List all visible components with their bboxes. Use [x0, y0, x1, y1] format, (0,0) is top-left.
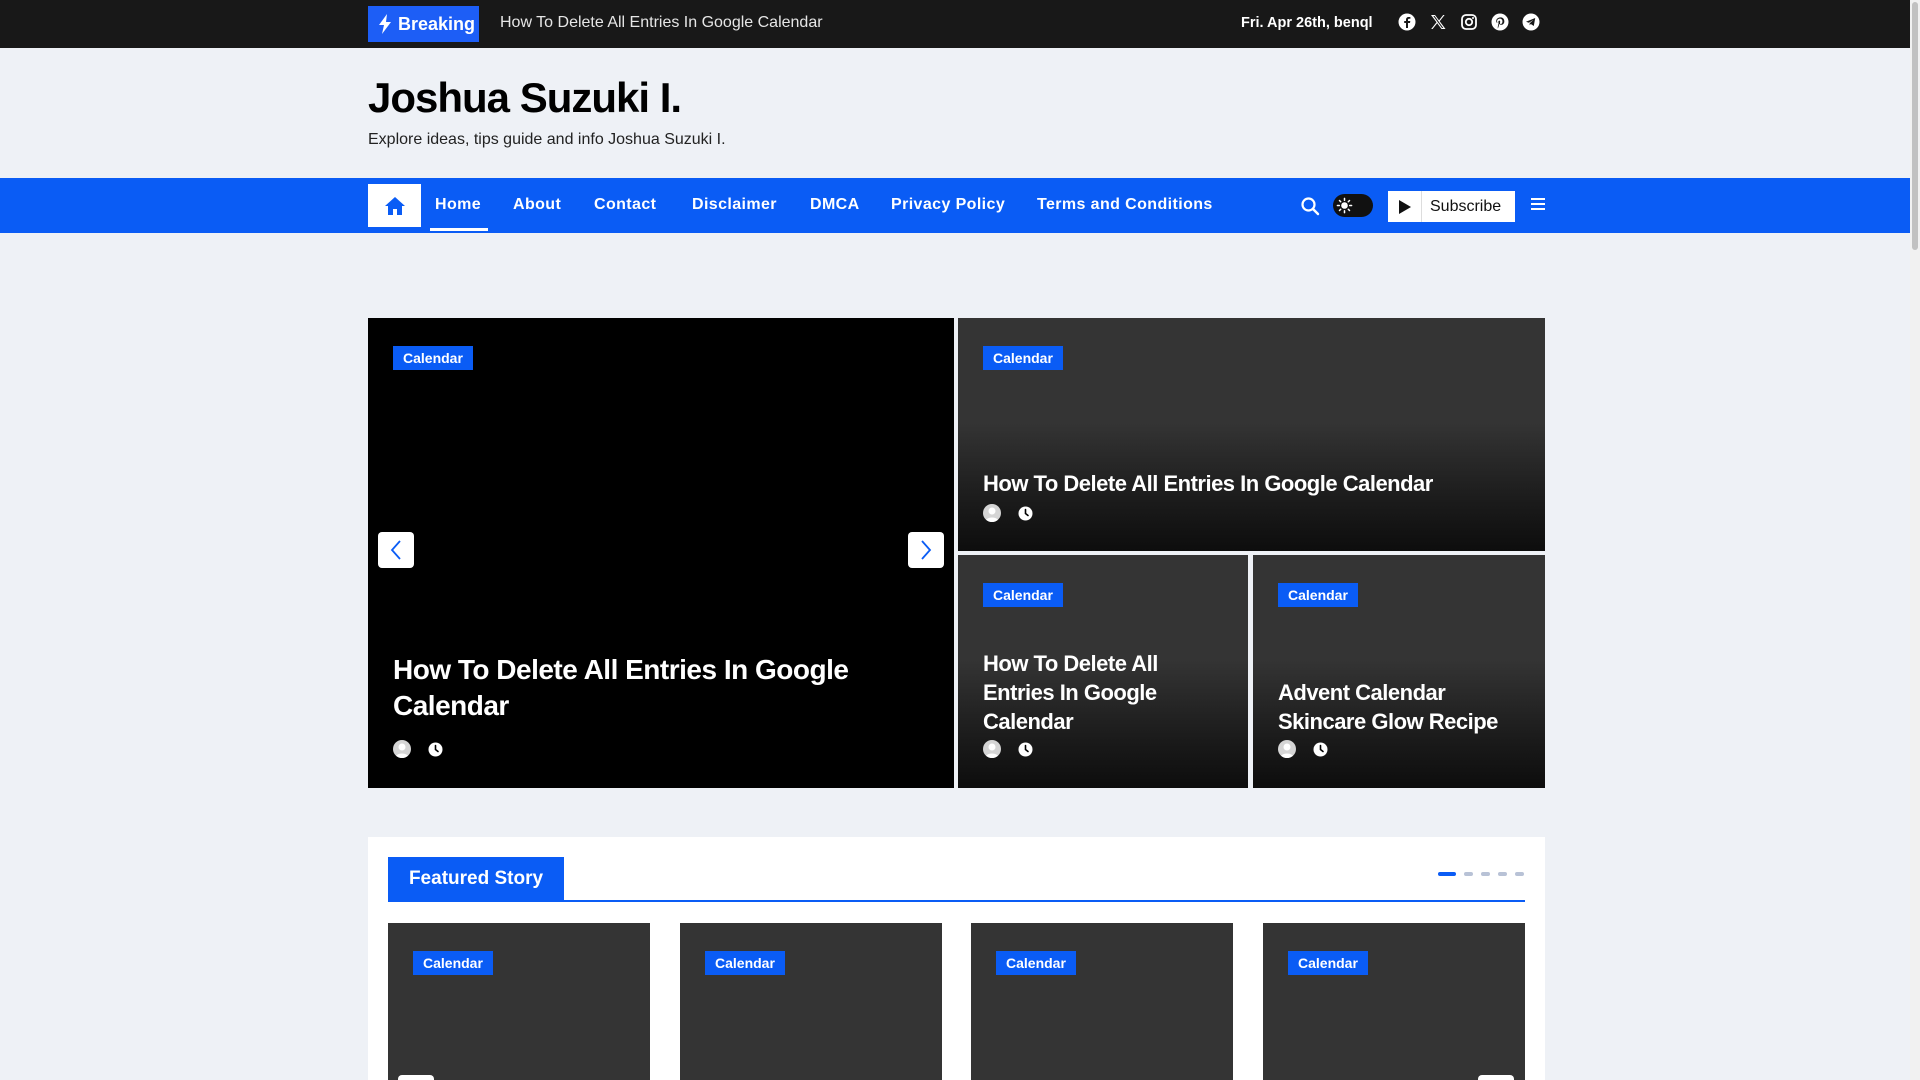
- post-meta: [983, 740, 1033, 758]
- featured-card-2[interactable]: Calendar: [680, 923, 942, 1080]
- hero-main-slide[interactable]: Calendar How To Delete All Entries In Go…: [368, 318, 954, 788]
- featured-next-button[interactable]: [1478, 1075, 1514, 1080]
- category-badge[interactable]: Calendar: [1288, 951, 1368, 975]
- clock-icon: [428, 742, 443, 757]
- nav-item-home[interactable]: Home: [435, 196, 481, 214]
- nav-item-disclaimer[interactable]: Disclaimer: [692, 196, 777, 214]
- carousel-dot-5[interactable]: [1515, 872, 1524, 876]
- carousel-dot-1[interactable]: [1438, 872, 1456, 876]
- category-badge[interactable]: Calendar: [1278, 583, 1358, 607]
- featured-card-3[interactable]: Calendar: [971, 923, 1233, 1080]
- carousel-dot-4[interactable]: [1498, 872, 1507, 876]
- pinterest-icon[interactable]: [1491, 13, 1509, 31]
- category-badge[interactable]: Calendar: [996, 951, 1076, 975]
- hero-main-title[interactable]: How To Delete All Entries In Google Cale…: [393, 652, 913, 724]
- featured-heading-divider: [388, 900, 1525, 902]
- hero-bottom-left-title[interactable]: How To Delete All Entries In Google Cale…: [983, 649, 1223, 736]
- category-badge[interactable]: Calendar: [983, 346, 1063, 370]
- breaking-news-link[interactable]: How To Delete All Entries In Google Cale…: [500, 14, 823, 32]
- nav-item-privacy-policy[interactable]: Privacy Policy: [891, 196, 1005, 214]
- breaking-text: Breaking: [398, 13, 476, 34]
- bolt-icon: [379, 14, 391, 34]
- top-bar: [0, 0, 1910, 48]
- nav-item-contact[interactable]: Contact: [594, 196, 656, 214]
- category-badge[interactable]: Calendar: [393, 346, 473, 370]
- site-tagline: Explore ideas, tips guide and info Joshu…: [368, 131, 726, 148]
- author-avatar-icon[interactable]: [393, 740, 411, 758]
- featured-prev-button[interactable]: [398, 1075, 434, 1080]
- carousel-dot-2[interactable]: [1464, 872, 1473, 876]
- play-icon: [1388, 191, 1422, 222]
- category-badge[interactable]: Calendar: [983, 583, 1063, 607]
- page-scrollbar-thumb[interactable]: [1912, 2, 1918, 250]
- nav-active-indicator: [430, 228, 488, 231]
- instagram-icon[interactable]: [1460, 13, 1478, 31]
- breaking-label: Breaking: [368, 6, 479, 42]
- subscribe-label: Subscribe: [1430, 197, 1502, 215]
- sun-icon: [1335, 196, 1354, 215]
- site-title[interactable]: Joshua Suzuki I.: [368, 74, 682, 122]
- featured-card-4[interactable]: Calendar: [1263, 923, 1525, 1080]
- carousel-dot-3[interactable]: [1481, 872, 1490, 876]
- chevron-right-icon: [921, 540, 932, 560]
- dark-mode-toggle[interactable]: [1333, 194, 1373, 217]
- hero-top-right-card[interactable]: Calendar How To Delete All Entries In Go…: [958, 318, 1545, 551]
- facebook-icon[interactable]: [1398, 13, 1416, 31]
- chevron-left-icon: [390, 540, 401, 560]
- home-button[interactable]: [368, 184, 421, 227]
- post-meta: [1278, 740, 1328, 758]
- nav-item-dmca[interactable]: DMCA: [810, 196, 860, 214]
- home-icon: [384, 196, 405, 215]
- hero-top-right-title[interactable]: How To Delete All Entries In Google Cale…: [983, 469, 1523, 498]
- hero-bottom-left-card[interactable]: Calendar How To Delete All Entries In Go…: [958, 555, 1248, 788]
- slider-next-button[interactable]: [908, 532, 944, 568]
- telegram-icon[interactable]: [1522, 13, 1540, 31]
- featured-card-1[interactable]: Calendar: [388, 923, 650, 1080]
- hero-bottom-right-title[interactable]: Advent Calendar Skincare Glow Recipe: [1278, 678, 1528, 736]
- author-avatar-icon[interactable]: [983, 504, 1001, 522]
- nav-item-terms-and-conditions[interactable]: Terms and Conditions: [1037, 196, 1213, 214]
- featured-carousel-dots: [1438, 872, 1524, 876]
- hamburger-menu-icon[interactable]: [1530, 196, 1546, 212]
- clock-icon: [1018, 742, 1033, 757]
- category-badge[interactable]: Calendar: [413, 951, 493, 975]
- search-icon[interactable]: [1300, 196, 1320, 216]
- clock-icon: [1018, 506, 1033, 521]
- author-avatar-icon[interactable]: [983, 740, 1001, 758]
- author-avatar-icon[interactable]: [1278, 740, 1296, 758]
- post-meta: [983, 504, 1033, 522]
- featured-story-heading: Featured Story: [388, 857, 564, 901]
- hero-bottom-right-card[interactable]: Calendar Advent Calendar Skincare Glow R…: [1253, 555, 1545, 788]
- clock-icon: [1313, 742, 1328, 757]
- category-badge[interactable]: Calendar: [705, 951, 785, 975]
- x-icon[interactable]: [1429, 13, 1447, 31]
- nav-item-about[interactable]: About: [513, 196, 561, 214]
- post-meta: [393, 740, 443, 758]
- subscribe-button[interactable]: Subscribe: [1388, 191, 1515, 222]
- slider-prev-button[interactable]: [378, 532, 414, 568]
- social-links: [1398, 13, 1540, 31]
- current-date: Fri. Apr 26th, benql: [1241, 15, 1373, 31]
